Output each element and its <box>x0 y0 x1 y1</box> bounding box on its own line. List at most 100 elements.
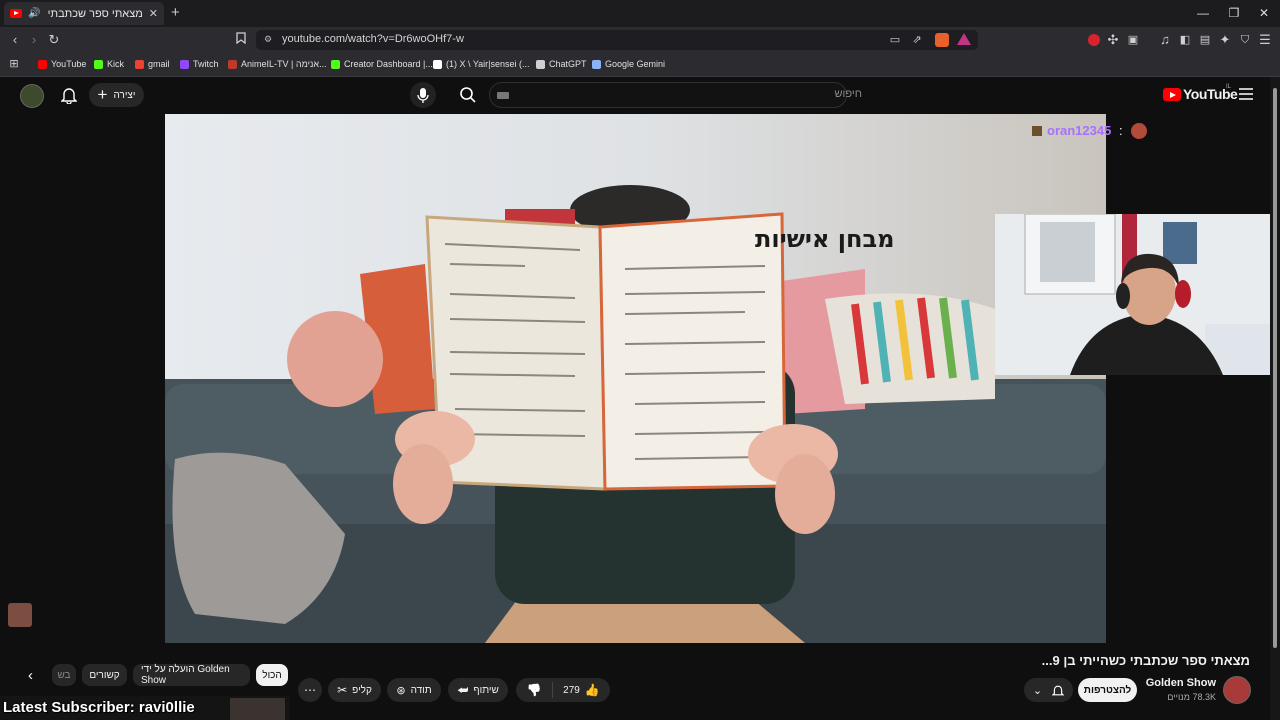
youtube-favicon-icon <box>10 9 22 18</box>
x-icon <box>433 59 442 69</box>
vpn-shield-icon[interactable]: ⛉ <box>1236 31 1254 49</box>
dislike-button[interactable]: 👎 <box>516 683 552 697</box>
sidebar-icon[interactable]: ◧ <box>1176 31 1194 49</box>
webcam-overlay <box>995 214 1280 375</box>
video-player[interactable]: מבחן אישיות <box>165 114 1106 643</box>
voice-search-button[interactable] <box>410 82 436 108</box>
bookmark-gemini[interactable]: Google Gemini <box>592 57 665 71</box>
clip-button[interactable]: ✂ קליפ <box>328 678 381 702</box>
youtube-logo-icon[interactable] <box>1163 88 1181 101</box>
back-icon[interactable]: ‹ <box>6 31 24 49</box>
search-icon[interactable] <box>459 86 477 107</box>
bookmark-label: (1) X \ Yair|sensei (... <box>446 59 530 69</box>
new-tab-button[interactable]: + <box>171 5 180 21</box>
menu-dots-icon[interactable]: ☰ <box>1256 31 1274 49</box>
chips-scroll-left-icon[interactable]: ‹ <box>28 667 33 684</box>
keyboard-icon[interactable] <box>497 92 509 99</box>
leo-ai-icon[interactable]: ✦ <box>1216 31 1234 49</box>
bookmark-gmail[interactable]: gmail <box>135 57 170 71</box>
extensions-icon[interactable]: ✣ <box>1104 31 1122 49</box>
notifications-bell-icon[interactable] <box>60 86 78 107</box>
bookmark-label: YouTube <box>51 59 87 69</box>
bookmark-label: ChatGPT <box>549 59 587 69</box>
create-button[interactable]: + יצירה <box>89 83 144 107</box>
share-page-icon[interactable]: ⇗ <box>908 31 926 49</box>
share-button[interactable]: ⮨ שיתוף <box>448 678 508 702</box>
share-icon: ⮨ <box>457 682 469 697</box>
brave-shields-icon[interactable] <box>935 33 949 47</box>
share-label: שיתוף <box>473 684 499 696</box>
more-actions-button[interactable]: ⋯ <box>298 678 322 702</box>
like-button[interactable]: 279 👍 <box>552 682 610 698</box>
site-info-icon[interactable]: ⚙ <box>264 34 272 45</box>
chip-all[interactable]: הכול <box>256 664 288 686</box>
url-text[interactable]: youtube.com/watch?v=Dr6woOHf7-w <box>282 33 464 45</box>
chatgpt-icon <box>536 59 545 69</box>
twitch-icon <box>180 59 189 69</box>
bookmark-kick[interactable]: Creator Dashboard |... <box>331 57 433 71</box>
chat-separator: : <box>1119 123 1123 138</box>
related-thumbnail[interactable] <box>230 698 285 720</box>
clip-label: קליפ <box>352 684 372 696</box>
subscriber-count: 78.3K מנויים <box>1167 692 1216 702</box>
chip-related[interactable]: קשורים <box>82 664 127 686</box>
bookmark-kick[interactable]: Kick <box>94 57 124 71</box>
browser-tab-strip <box>0 0 1280 27</box>
tab-title: מצאתי ספר שכתבתי כשהייתי <box>46 7 143 20</box>
forward-icon[interactable]: › <box>25 31 43 49</box>
youtube-icon <box>38 59 47 69</box>
chat-badge-icon <box>1032 126 1042 136</box>
plus-icon: + <box>97 85 108 104</box>
bookmark-chatgpt[interactable]: ChatGPT <box>536 57 587 71</box>
like-dislike-group: 279 👍 👎 <box>516 678 610 702</box>
cast-icon[interactable]: ▭ <box>886 31 904 49</box>
country-code: IL <box>1226 84 1232 90</box>
animeil-icon <box>228 59 237 69</box>
chip-uploaded-by[interactable]: הועלה על ידי Golden Show <box>133 664 250 686</box>
kick-icon <box>331 59 340 69</box>
chip-partial[interactable]: בש <box>52 664 76 686</box>
speaker-icon[interactable]: 🔊 <box>28 8 40 19</box>
browser-tab[interactable]: 🔊 מצאתי ספר שכתבתי כשהייתי ✕ <box>4 2 164 25</box>
bookmark-label: AnimeIL-TV | אנימה... <box>241 59 327 69</box>
channel-name[interactable]: Golden Show <box>1146 677 1216 689</box>
brave-rewards-icon[interactable] <box>957 33 971 45</box>
bookmark-label: Kick <box>107 59 125 69</box>
search-input[interactable] <box>489 82 847 108</box>
streamer-emote-icon <box>8 603 32 627</box>
chat-emote-icon <box>1131 123 1147 139</box>
thanks-button[interactable]: ⊛ תודה <box>387 678 441 702</box>
extension-red-icon[interactable] <box>1088 34 1100 46</box>
bookmark-animeil[interactable]: AnimeIL-TV | אנימה... <box>228 57 327 71</box>
subscribed-button[interactable]: ⌄ <box>1024 678 1073 702</box>
bookmark-twitch[interactable]: Twitch <box>180 57 219 71</box>
maximize-button[interactable]: ❐ <box>1224 4 1244 22</box>
gmail-icon <box>135 59 144 69</box>
apps-grid-icon[interactable]: ⊞ <box>5 55 23 73</box>
close-window-button[interactable]: ✕ <box>1254 4 1274 22</box>
latest-subscriber-overlay: Latest Subscriber: ravi0llie <box>3 699 195 716</box>
bookmark-label: Creator Dashboard |... <box>344 59 433 69</box>
tab-close-icon[interactable]: ✕ <box>149 7 158 20</box>
minimize-button[interactable]: — <box>1193 4 1213 22</box>
channel-avatar[interactable] <box>1223 676 1251 704</box>
search-placeholder: חיפוש <box>834 88 862 100</box>
join-button[interactable]: להצטרפות <box>1078 678 1137 702</box>
bookmark-label: gmail <box>148 59 170 69</box>
bookmark-icon[interactable] <box>232 31 250 49</box>
create-label: יצירה <box>113 89 136 101</box>
reload-icon[interactable]: ↻ <box>45 31 63 49</box>
bookmark-x[interactable]: (1) X \ Yair|sensei (... <box>433 57 530 71</box>
extension-box-icon[interactable]: ▣ <box>1124 31 1142 49</box>
bookmark-label: Twitch <box>193 59 219 69</box>
chat-username: oran12345 <box>1047 123 1112 138</box>
thumbs-down-icon: 👎 <box>526 683 542 697</box>
avatar[interactable] <box>20 84 44 108</box>
scissors-icon: ✂ <box>337 683 348 697</box>
bookmark-youtube[interactable]: YouTube <box>38 57 86 71</box>
guide-menu-icon[interactable] <box>1239 88 1253 103</box>
wallet-icon[interactable]: ▤ <box>1196 31 1214 49</box>
scrollbar-thumb[interactable] <box>1273 88 1277 648</box>
music-icon[interactable]: ♫ <box>1156 31 1174 49</box>
like-count: 279 <box>563 684 580 696</box>
